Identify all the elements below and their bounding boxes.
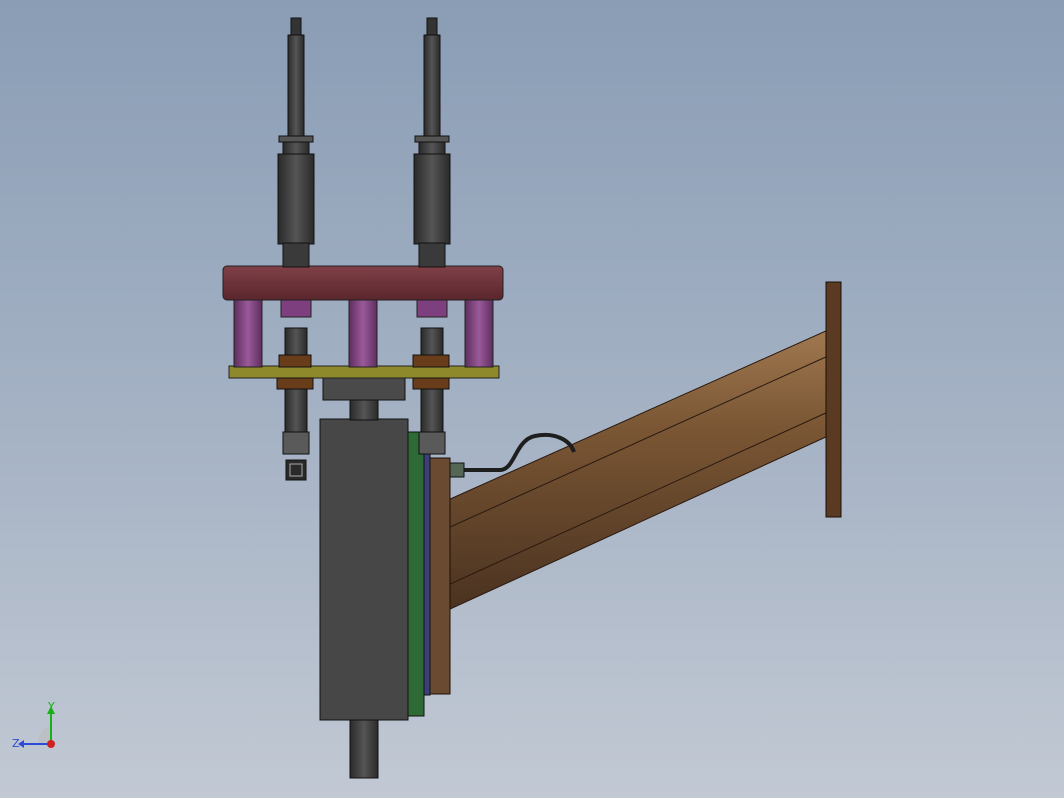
center-block[interactable] xyxy=(322,377,406,401)
assembly-model[interactable] xyxy=(0,0,1064,798)
nut[interactable] xyxy=(278,354,312,368)
beam-end-plate[interactable] xyxy=(825,281,842,518)
base-plate[interactable] xyxy=(228,365,500,379)
support-column[interactable] xyxy=(233,299,263,368)
right-actuator[interactable] xyxy=(413,17,451,268)
proximity-sensor[interactable] xyxy=(285,459,307,481)
cad-viewport[interactable]: Y Z xyxy=(0,0,1064,798)
left-actuator[interactable] xyxy=(277,17,315,268)
right-lower-rod[interactable] xyxy=(418,327,446,455)
beam-flange-plate[interactable] xyxy=(427,457,451,695)
side-panel[interactable] xyxy=(407,431,425,717)
clamp-block[interactable] xyxy=(280,299,312,318)
support-column[interactable] xyxy=(464,299,494,368)
z-axis-label: Z xyxy=(12,737,20,750)
nut[interactable] xyxy=(412,354,450,368)
cable-connector[interactable] xyxy=(449,462,465,478)
center-shaft[interactable] xyxy=(349,397,379,421)
x-axis-point xyxy=(47,740,55,748)
y-axis-label: Y xyxy=(47,700,55,713)
orientation-triad-icon[interactable]: Y Z xyxy=(8,696,72,760)
support-column[interactable] xyxy=(348,299,378,368)
nut[interactable] xyxy=(276,377,314,390)
bottom-shaft[interactable] xyxy=(349,717,379,779)
nut[interactable] xyxy=(412,377,450,390)
main-housing[interactable] xyxy=(319,418,409,721)
clamp-block[interactable] xyxy=(416,299,448,318)
left-lower-rod[interactable] xyxy=(282,327,310,455)
top-plate[interactable] xyxy=(222,265,504,301)
